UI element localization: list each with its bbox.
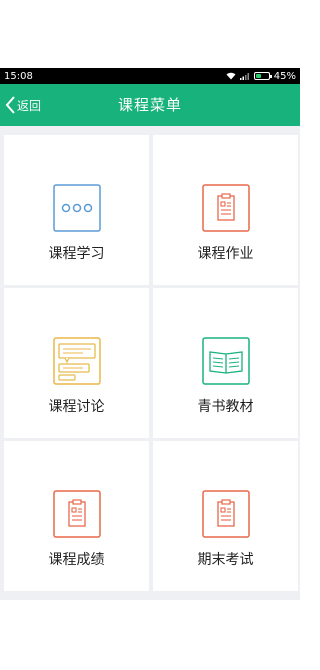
signal-icon <box>239 73 249 80</box>
status-time: 15:08 <box>4 70 33 82</box>
clipboard-icon <box>201 490 250 538</box>
wifi-icon <box>226 72 236 80</box>
page-title: 课程菜单 <box>117 96 182 114</box>
menu-label-course-homework: 课程作业 <box>197 246 254 262</box>
battery-icon <box>253 72 272 80</box>
clipboard-icon <box>52 490 101 538</box>
menu-label-course-study: 课程学习 <box>48 246 105 262</box>
menu-tile-course-homework[interactable]: 课程作业 <box>153 135 298 285</box>
menu-content: 课程学习 课程作业 课程讨论 青书教材 课程成绩 期末考试 <box>0 126 300 600</box>
clipboard-icon <box>201 184 250 232</box>
menu-grid: 课程学习 课程作业 课程讨论 青书教材 课程成绩 期末考试 <box>4 135 298 591</box>
menu-tile-course-study[interactable]: 课程学习 <box>4 135 149 285</box>
menu-label-course-discussion: 课程讨论 <box>48 399 105 415</box>
menu-tile-course-discussion[interactable]: 课程讨论 <box>4 288 149 438</box>
status-bar: 15:08 45% <box>0 68 300 84</box>
discussion-icon <box>52 337 101 385</box>
open-book-icon <box>201 337 250 385</box>
app-bar: 返回 课程菜单 <box>0 84 300 126</box>
battery-percent: 45% <box>273 70 296 82</box>
menu-label-final-exam: 期末考试 <box>197 552 254 568</box>
menu-label-course-grades: 课程成绩 <box>48 552 105 568</box>
menu-tile-final-exam[interactable]: 期末考试 <box>153 441 298 591</box>
top-blank-area <box>0 0 300 68</box>
bottom-blank-area <box>0 600 300 670</box>
status-indicators: 45% <box>226 71 296 82</box>
chat-bubble-icon <box>52 184 101 232</box>
menu-tile-course-grades[interactable]: 课程成绩 <box>4 441 149 591</box>
menu-label-textbook: 青书教材 <box>197 399 254 415</box>
menu-tile-textbook[interactable]: 青书教材 <box>153 288 298 438</box>
